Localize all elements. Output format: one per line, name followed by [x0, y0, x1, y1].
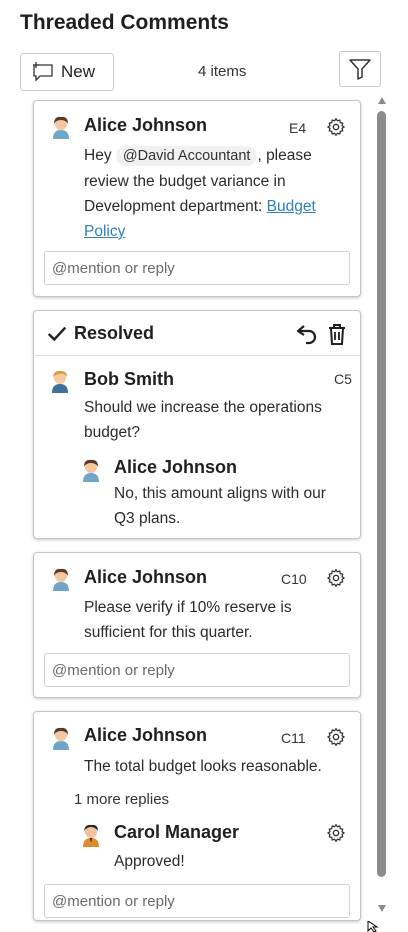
reply-input[interactable] [44, 884, 350, 918]
comment-text: Please verify if 10% reserve is sufficie… [84, 599, 292, 641]
vertical-scrollbar[interactable] [376, 97, 388, 917]
comment-thread-card: Alice Johnson E4 Hey @David Accountant, … [33, 100, 361, 297]
more-replies-link[interactable]: 1 more replies [74, 791, 169, 808]
comment-thread-card: Alice Johnson C11 The total budget looks… [33, 711, 361, 921]
page-title: Threaded Comments [20, 11, 229, 34]
comment-author: Alice Johnson [84, 725, 208, 745]
gear-icon[interactable] [326, 568, 346, 588]
reply-text: Approved! [114, 853, 185, 870]
cell-reference[interactable]: C11 [281, 730, 306, 746]
comment-thread-card-resolved: Resolved Bob Smith C5 Should we increase… [33, 310, 361, 539]
resolved-header: Resolved [34, 311, 360, 356]
comment-text: Hey @David Accountant, please review the… [84, 143, 346, 244]
gear-icon[interactable] [326, 727, 346, 747]
avatar-icon [83, 824, 99, 847]
reply-text: No, this amount aligns with our Q3 plans… [114, 485, 326, 527]
delete-icon[interactable] [326, 322, 348, 346]
new-button-label: New [61, 62, 96, 81]
cell-reference[interactable]: C5 [334, 371, 352, 387]
gear-icon[interactable] [326, 117, 346, 137]
comment-author: Bob Smith [84, 369, 174, 389]
new-comment-button[interactable]: New [20, 53, 114, 91]
comment-text-start: Hey [84, 147, 116, 164]
cell-reference[interactable]: E4 [289, 120, 306, 136]
new-comment-icon [33, 62, 53, 82]
comment-thread-card: Alice Johnson C10 Please verify if 10% r… [33, 552, 361, 698]
avatar-icon [83, 459, 99, 482]
reopen-icon[interactable] [295, 322, 319, 346]
scroll-down-arrow-icon[interactable] [378, 905, 386, 912]
scroll-up-arrow-icon[interactable] [378, 97, 386, 104]
scroll-thumb[interactable] [377, 111, 386, 877]
filter-button[interactable] [339, 51, 381, 87]
reply-input[interactable] [44, 653, 350, 687]
comment-author: Alice Johnson [84, 115, 208, 135]
avatar-icon [53, 116, 69, 139]
items-count: 4 items [198, 63, 247, 80]
resolved-status: Resolved [74, 323, 155, 343]
avatar-icon [53, 568, 69, 591]
avatar-icon [53, 727, 69, 750]
comment-text: Should we increase the operations budget… [84, 399, 322, 441]
reply-author: Alice Johnson [114, 457, 238, 477]
comment-text: The total budget looks reasonable. [84, 758, 322, 775]
cell-reference[interactable]: C10 [281, 571, 307, 587]
reply-author: Carol Manager [114, 822, 240, 842]
cursor-icon [367, 921, 379, 932]
reply-input[interactable] [44, 251, 350, 285]
avatar-icon [52, 370, 68, 393]
checkmark-icon [47, 326, 67, 342]
gear-icon[interactable] [326, 823, 346, 843]
filter-icon [349, 59, 371, 80]
mention-chip[interactable]: @David Accountant [115, 146, 258, 166]
comment-author: Alice Johnson [84, 567, 208, 587]
